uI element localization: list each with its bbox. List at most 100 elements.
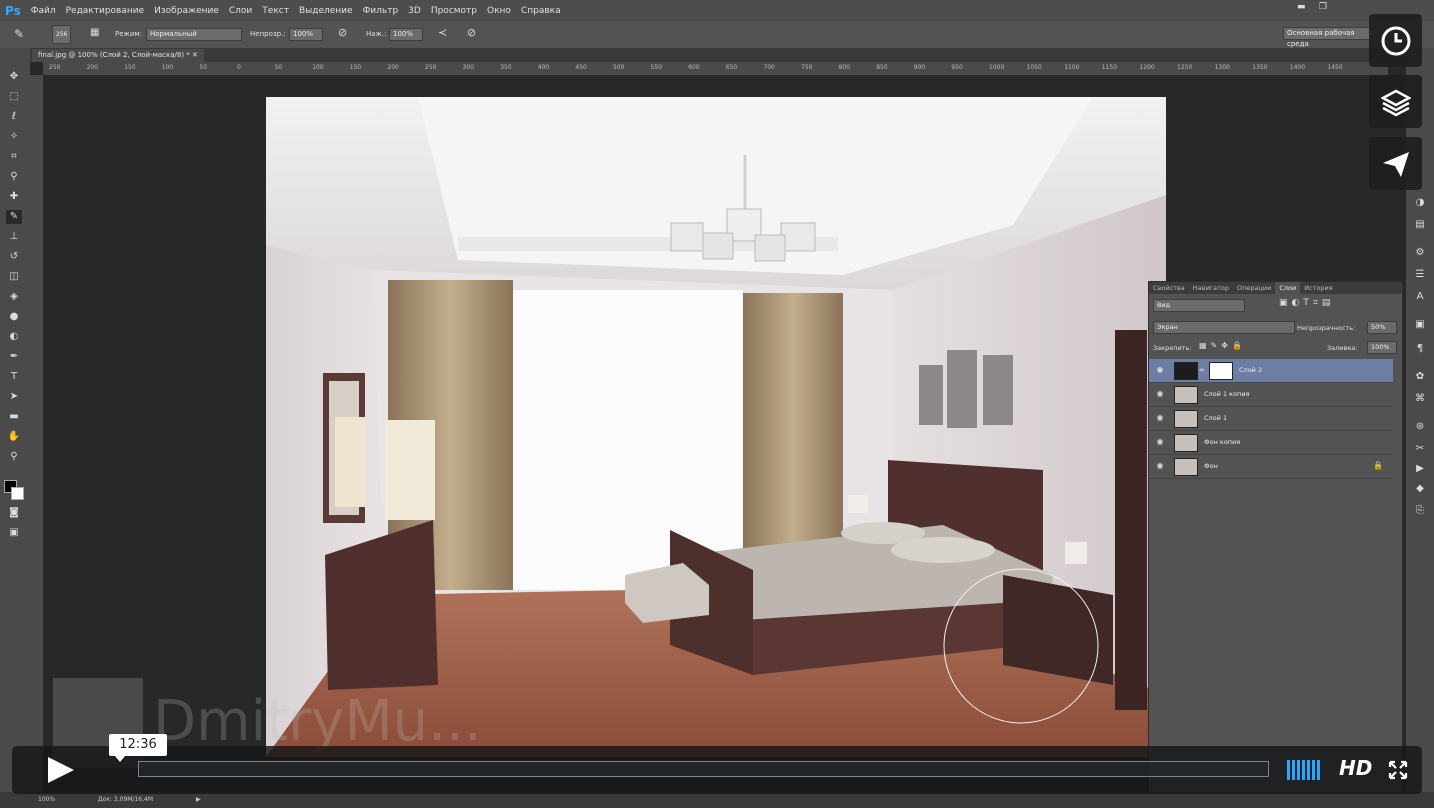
eye-icon[interactable]: ◉ bbox=[1155, 365, 1165, 375]
crop-tool-icon[interactable]: ⌗ bbox=[6, 150, 22, 164]
marquee-tool-icon[interactable]: ⬚ bbox=[6, 90, 22, 104]
ruler-tick-label: 200 bbox=[387, 64, 399, 71]
layer-filter-select[interactable]: Вид bbox=[1153, 299, 1245, 312]
zoom-tool-icon[interactable]: ⚲ bbox=[6, 450, 22, 464]
hand-tool-icon[interactable]: ✋ bbox=[6, 430, 22, 444]
close-icon[interactable]: ✕ bbox=[192, 51, 198, 59]
move-tool-icon[interactable]: ✥ bbox=[6, 70, 22, 84]
stamp-tool-icon[interactable]: ⊥ bbox=[6, 230, 22, 244]
status-arrow-icon[interactable]: ▶ bbox=[196, 796, 201, 803]
styles-icon[interactable]: ☰ bbox=[1413, 268, 1427, 282]
opacity-input[interactable]: 100% bbox=[289, 28, 323, 41]
brush-size-picker[interactable]: 256 bbox=[52, 25, 72, 44]
pressure-opacity-icon[interactable]: ⊘ bbox=[338, 26, 347, 39]
chain-icon[interactable]: ∞ bbox=[1199, 366, 1205, 374]
eye-icon[interactable]: ◉ bbox=[1155, 413, 1165, 423]
background-color-swatch[interactable] bbox=[11, 487, 24, 500]
opacity-label: Непрозрачность: bbox=[1297, 324, 1356, 332]
screen-mode-icon[interactable]: ▣ bbox=[6, 526, 22, 540]
play-button[interactable] bbox=[42, 754, 82, 786]
hd-toggle[interactable]: HD bbox=[1339, 756, 1372, 780]
tab-navigator[interactable]: Навигатор bbox=[1189, 282, 1233, 294]
eye-icon[interactable]: ◉ bbox=[1155, 389, 1165, 399]
menu-filter[interactable]: Фильтр bbox=[363, 6, 399, 16]
layer-row[interactable]: ◉ ∞ Слой 2 bbox=[1149, 359, 1393, 383]
zoom-level[interactable]: 100% bbox=[38, 796, 55, 803]
brush-presets-icon[interactable]: ▤ bbox=[1413, 218, 1427, 232]
eye-icon[interactable]: ◉ bbox=[1155, 437, 1165, 447]
menu-image[interactable]: Изображение bbox=[154, 6, 219, 16]
filter-icons[interactable]: ▣◐T⌗▤ bbox=[1279, 298, 1334, 308]
minimize-icon[interactable]: ▬ bbox=[1297, 2, 1306, 12]
tab-actions[interactable]: Операции bbox=[1233, 282, 1275, 294]
collections-button[interactable] bbox=[1369, 75, 1422, 128]
menu-help[interactable]: Справка bbox=[521, 6, 561, 16]
document-tab[interactable]: final.jpg @ 100% (Слой 2, Слой-маска/8) … bbox=[32, 49, 204, 62]
blend-mode-select[interactable]: Экран bbox=[1153, 321, 1295, 334]
progress-bar[interactable] bbox=[138, 761, 1269, 777]
layer-fill-input[interactable]: 100% bbox=[1367, 341, 1397, 354]
layer-row[interactable]: ◉ Фон 🔒 bbox=[1149, 455, 1393, 479]
menu-select[interactable]: Выделение bbox=[299, 6, 353, 16]
tools-icon[interactable]: ✂ bbox=[1413, 442, 1427, 456]
layer-row[interactable]: ◉ Фон копия bbox=[1149, 431, 1393, 455]
brush-panel-icon[interactable]: ▦ bbox=[90, 27, 99, 38]
character-icon[interactable]: A bbox=[1413, 290, 1427, 304]
airbrush-icon[interactable]: ≺ bbox=[438, 26, 447, 39]
layers-icon[interactable]: ◆ bbox=[1413, 482, 1427, 496]
menu-3d[interactable]: 3D bbox=[408, 6, 421, 16]
channels-icon[interactable]: ⊛ bbox=[1413, 420, 1427, 434]
brush-tool-icon[interactable]: ✎ bbox=[6, 210, 22, 224]
tab-history[interactable]: История bbox=[1300, 282, 1336, 294]
paragraph-icon[interactable]: ¶ bbox=[1413, 342, 1427, 356]
eyedropper-tool-icon[interactable]: ⚲ bbox=[6, 170, 22, 184]
bucket-tool-icon[interactable]: ◈ bbox=[6, 290, 22, 304]
tab-layers[interactable]: Слои bbox=[1275, 282, 1301, 294]
path-select-tool-icon[interactable]: ➤ bbox=[6, 390, 22, 404]
swatches-icon[interactable]: ▣ bbox=[1413, 318, 1427, 332]
watch-later-button[interactable] bbox=[1369, 14, 1422, 67]
share-button[interactable] bbox=[1369, 137, 1422, 190]
ruler-tick-label: 1350 bbox=[1252, 64, 1268, 71]
tab-properties[interactable]: Свойства bbox=[1149, 282, 1189, 294]
adjustments-icon[interactable]: ⚙ bbox=[1413, 246, 1427, 260]
layer-row[interactable]: ◉ Слой 1 копия bbox=[1149, 383, 1393, 407]
quick-mask-icon[interactable]: ◙ bbox=[6, 506, 22, 520]
actions-icon[interactable]: ▶ bbox=[1413, 462, 1427, 476]
dodge-tool-icon[interactable]: ◐ bbox=[6, 330, 22, 344]
layer-opacity-input[interactable]: 50% bbox=[1367, 321, 1397, 334]
layer-row[interactable]: ◉ Слой 1 bbox=[1149, 407, 1393, 431]
menu-window[interactable]: Окно bbox=[487, 6, 511, 16]
eraser-tool-icon[interactable]: ◫ bbox=[6, 270, 22, 284]
layer-mask-thumbnail[interactable] bbox=[1209, 362, 1233, 380]
volume-control[interactable] bbox=[1287, 760, 1325, 780]
menu-view[interactable]: Просмотр bbox=[431, 6, 477, 16]
lock-icons[interactable]: ▦✎✥🔒 bbox=[1199, 341, 1246, 350]
flow-input[interactable]: 100% bbox=[389, 28, 423, 41]
quick-select-tool-icon[interactable]: ✧ bbox=[6, 130, 22, 144]
shape-tool-icon[interactable]: ▬ bbox=[6, 410, 22, 424]
lasso-tool-icon[interactable]: ℓ bbox=[6, 110, 22, 124]
healing-tool-icon[interactable]: ✚ bbox=[6, 190, 22, 204]
fullscreen-button[interactable] bbox=[1388, 760, 1408, 780]
color-icon[interactable]: ◑ bbox=[1413, 196, 1427, 210]
info-icon[interactable]: ✿ bbox=[1413, 370, 1427, 384]
blur-tool-icon[interactable]: ● bbox=[6, 310, 22, 324]
pen-tool-icon[interactable]: ✒ bbox=[6, 350, 22, 364]
eye-icon[interactable]: ◉ bbox=[1155, 461, 1165, 471]
mode-select[interactable]: Нормальный bbox=[146, 28, 242, 41]
navigator-icon[interactable]: ⌘ bbox=[1413, 392, 1427, 406]
history-icon[interactable]: ⎘ bbox=[1413, 504, 1427, 518]
pressure-size-icon[interactable]: ⊘ bbox=[467, 26, 476, 39]
menu-layers[interactable]: Слои bbox=[229, 6, 252, 16]
ruler-tick-label: 1250 bbox=[1177, 64, 1193, 71]
type-tool-icon[interactable]: T bbox=[6, 370, 22, 384]
menu-edit[interactable]: Редактирование bbox=[66, 6, 145, 16]
restore-icon[interactable]: ❐ bbox=[1319, 2, 1327, 12]
time-indicator: 12:36 bbox=[109, 734, 167, 762]
workspace-select[interactable]: Основная рабочая среда bbox=[1283, 27, 1373, 48]
menu-type[interactable]: Текст bbox=[262, 6, 289, 16]
brush-tool-icon[interactable]: ✎ bbox=[14, 27, 24, 41]
history-brush-tool-icon[interactable]: ↺ bbox=[6, 250, 22, 264]
menu-file[interactable]: Файл bbox=[31, 6, 56, 16]
